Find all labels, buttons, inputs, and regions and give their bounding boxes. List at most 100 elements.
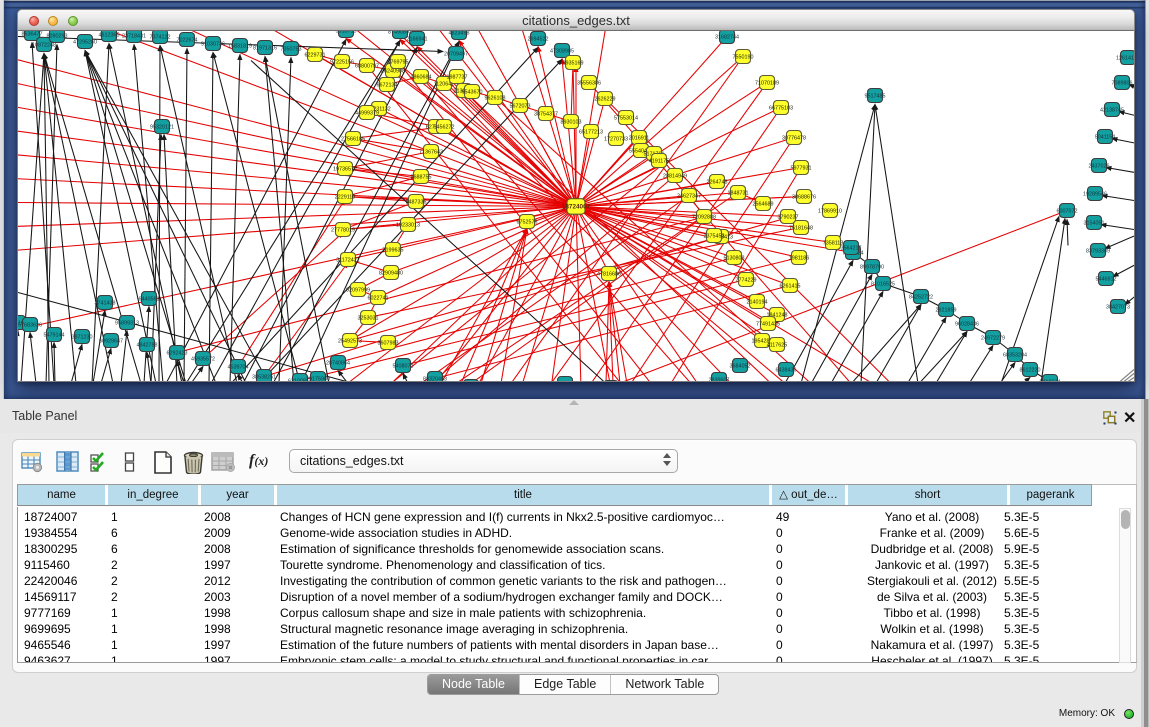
svg-text:30776478: 30776478 bbox=[782, 136, 806, 142]
svg-text:3684052: 3684052 bbox=[730, 364, 751, 370]
svg-text:77491435: 77491435 bbox=[756, 322, 780, 328]
svg-text:4191175: 4191175 bbox=[649, 159, 670, 165]
svg-text:15831819: 15831819 bbox=[228, 44, 252, 50]
svg-text:19289546: 19289546 bbox=[1083, 192, 1107, 198]
svg-text:3253031: 3253031 bbox=[358, 316, 379, 322]
svg-text:71070189: 71070189 bbox=[755, 81, 779, 87]
svg-text:17270733: 17270733 bbox=[604, 137, 628, 143]
svg-text:44999379: 44999379 bbox=[355, 111, 379, 117]
svg-text:2166941: 2166941 bbox=[407, 37, 428, 43]
svg-text:89978790: 89978790 bbox=[860, 265, 884, 271]
svg-text:26240908: 26240908 bbox=[381, 69, 405, 75]
svg-text:25492573: 25492573 bbox=[338, 339, 362, 345]
svg-text:4769795: 4769795 bbox=[388, 60, 409, 66]
svg-text:47816686: 47816686 bbox=[597, 272, 621, 278]
svg-text:88320463: 88320463 bbox=[423, 377, 447, 383]
svg-text:28740864: 28740864 bbox=[326, 361, 350, 367]
svg-text:17869910: 17869910 bbox=[818, 209, 842, 215]
svg-text:7022674: 7022674 bbox=[177, 38, 198, 44]
svg-text:2437026: 2437026 bbox=[1089, 164, 1110, 170]
svg-text:91030736: 91030736 bbox=[201, 42, 225, 48]
svg-text:20709497: 20709497 bbox=[444, 52, 468, 58]
svg-text:2626229: 2626229 bbox=[595, 97, 616, 103]
svg-text:2016911: 2016911 bbox=[629, 136, 650, 142]
svg-text:19736572: 19736572 bbox=[333, 167, 357, 173]
svg-text:5479144: 5479144 bbox=[44, 333, 65, 339]
svg-text:66775103: 66775103 bbox=[769, 106, 793, 112]
svg-text:1987737: 1987737 bbox=[447, 75, 468, 81]
svg-text:2694522: 2694522 bbox=[528, 37, 549, 43]
svg-text:5130808: 5130808 bbox=[724, 256, 745, 262]
svg-text:4823498: 4823498 bbox=[449, 31, 470, 37]
svg-text:83793389: 83793389 bbox=[1086, 249, 1110, 255]
svg-text:28814949: 28814949 bbox=[663, 174, 687, 180]
svg-text:75181648: 75181648 bbox=[789, 226, 813, 232]
svg-text:84252722: 84252722 bbox=[909, 295, 933, 301]
svg-text:38688676: 38688676 bbox=[792, 195, 816, 201]
svg-text:57683626: 57683626 bbox=[18, 323, 42, 329]
svg-text:5977931: 5977931 bbox=[791, 166, 812, 172]
svg-text:6292423: 6292423 bbox=[167, 351, 188, 357]
svg-text:7089806: 7089806 bbox=[1112, 81, 1133, 87]
svg-text:2140194: 2140194 bbox=[747, 300, 768, 306]
svg-text:1848731: 1848731 bbox=[728, 191, 749, 197]
svg-text:6022741: 6022741 bbox=[368, 296, 389, 302]
svg-text:6261415: 6261415 bbox=[780, 284, 801, 290]
svg-text:34627347: 34627347 bbox=[677, 194, 701, 200]
svg-text:8612220: 8612220 bbox=[1020, 368, 1041, 374]
svg-text:8688755: 8688755 bbox=[411, 175, 432, 181]
svg-text:96028436: 96028436 bbox=[955, 322, 979, 328]
svg-text:6229731: 6229731 bbox=[305, 53, 326, 59]
svg-text:87490893: 87490893 bbox=[388, 31, 412, 36]
svg-text:8090293: 8090293 bbox=[47, 34, 68, 40]
svg-text:3564217: 3564217 bbox=[841, 246, 862, 252]
svg-text:81016525: 81016525 bbox=[871, 282, 895, 288]
svg-text:2229110: 2229110 bbox=[335, 195, 356, 201]
svg-text:9626108: 9626108 bbox=[485, 96, 506, 102]
svg-text:10872248: 10872248 bbox=[32, 43, 56, 49]
svg-text:18724007: 18724007 bbox=[562, 204, 591, 211]
svg-text:6543670: 6543670 bbox=[462, 90, 483, 96]
svg-text:68353204: 68353204 bbox=[1003, 353, 1027, 359]
svg-text:3790237: 3790237 bbox=[778, 215, 799, 221]
svg-text:6672134: 6672134 bbox=[377, 83, 398, 89]
svg-text:6438436: 6438436 bbox=[776, 368, 797, 374]
svg-text:23718431: 23718431 bbox=[122, 34, 146, 40]
svg-text:7374122: 7374122 bbox=[150, 35, 171, 41]
svg-text:7774229: 7774229 bbox=[736, 278, 757, 284]
svg-text:4612365: 4612365 bbox=[99, 33, 120, 39]
svg-text:8930103: 8930103 bbox=[561, 120, 582, 126]
svg-text:31172421: 31172421 bbox=[336, 258, 360, 264]
svg-text:3154051: 3154051 bbox=[1084, 221, 1105, 227]
svg-text:6752576: 6752576 bbox=[517, 220, 538, 226]
svg-text:95899313: 95899313 bbox=[115, 321, 139, 327]
svg-text:68800797: 68800797 bbox=[355, 64, 379, 70]
svg-text:82909480: 82909480 bbox=[379, 271, 403, 277]
svg-text:38754377: 38754377 bbox=[534, 112, 558, 118]
svg-text:5446912: 5446912 bbox=[1096, 277, 1117, 283]
svg-text:65177213: 65177213 bbox=[579, 130, 603, 136]
svg-text:57553014: 57553014 bbox=[614, 116, 638, 122]
svg-text:3607983: 3607983 bbox=[378, 341, 399, 347]
svg-text:71367643: 71367643 bbox=[419, 150, 443, 156]
svg-text:5408072: 5408072 bbox=[393, 364, 414, 370]
svg-text:8536477: 8536477 bbox=[22, 32, 43, 38]
svg-text:5041154: 5041154 bbox=[1095, 135, 1116, 141]
svg-text:5672073: 5672073 bbox=[510, 104, 531, 110]
svg-text:7550190: 7550190 bbox=[733, 55, 754, 61]
svg-text:35556386: 35556386 bbox=[577, 81, 601, 87]
svg-text:1981186: 1981186 bbox=[789, 256, 810, 262]
svg-text:7350753: 7350753 bbox=[281, 47, 302, 53]
svg-text:2264748: 2264748 bbox=[707, 180, 728, 186]
svg-text:27566185: 27566185 bbox=[341, 137, 365, 143]
svg-text:4539704: 4539704 bbox=[228, 365, 249, 371]
svg-text:12614124: 12614124 bbox=[1116, 56, 1135, 62]
svg-text:72092888: 72092888 bbox=[692, 215, 716, 221]
svg-text:81971316: 81971316 bbox=[253, 46, 277, 52]
svg-text:5456272: 5456272 bbox=[434, 125, 455, 131]
svg-text:4860684: 4860684 bbox=[411, 75, 432, 81]
svg-text:2839607: 2839607 bbox=[709, 378, 730, 383]
svg-text:5918715: 5918715 bbox=[336, 31, 357, 35]
svg-text:95320121: 95320121 bbox=[150, 125, 174, 131]
svg-text:2921859: 2921859 bbox=[936, 308, 957, 314]
